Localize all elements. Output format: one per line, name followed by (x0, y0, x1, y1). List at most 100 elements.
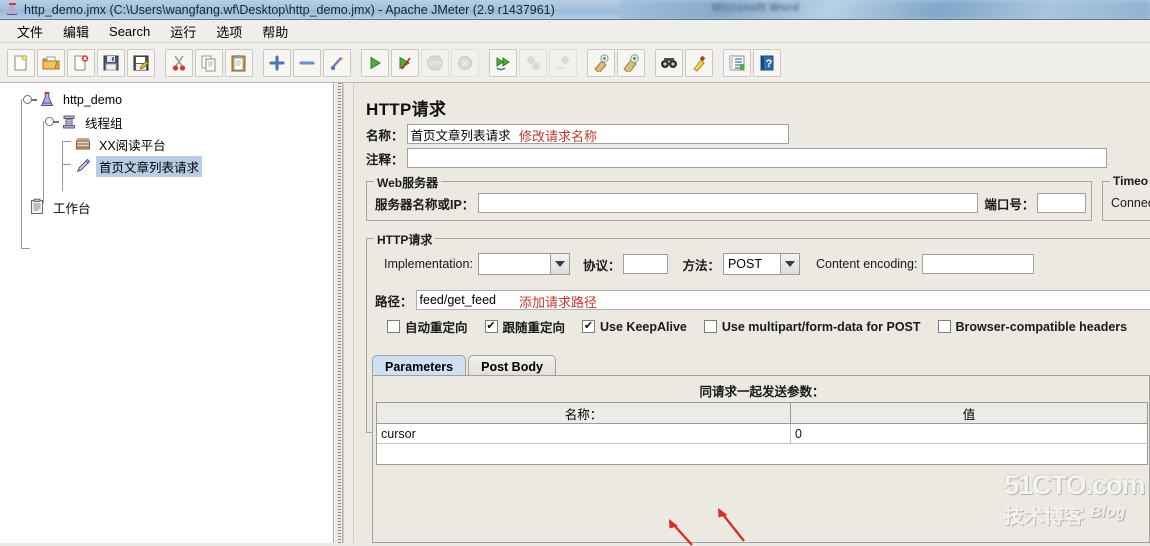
expand-all-icon[interactable] (263, 48, 291, 77)
tree-node-label-selected: 首页文章列表请求 (96, 155, 203, 177)
implementation-select[interactable] (477, 253, 570, 275)
test-plan-tree[interactable]: http_demo 线程组 XX阅读平台 首页文章列表请求 工作台 (0, 83, 333, 249)
tree-node-workbench[interactable]: 工作台 (6, 196, 333, 218)
web-server-group-title: Web服务器 (374, 174, 442, 191)
chevron-down-icon[interactable] (549, 254, 569, 274)
close-document-icon[interactable] (67, 48, 95, 77)
method-select[interactable]: POST (722, 253, 800, 275)
comment-row: 注释： (366, 148, 1107, 168)
tree-node-label: 线程组 (85, 116, 123, 131)
save-as-icon[interactable] (127, 48, 155, 77)
menu-item-edit[interactable]: 编辑 (54, 19, 98, 44)
protocol-input[interactable] (623, 254, 669, 274)
menu-item-search[interactable]: Search (100, 21, 159, 42)
toggle-icon[interactable] (323, 48, 351, 77)
server-input[interactable] (478, 193, 979, 213)
name-label: 名称： (366, 128, 404, 143)
chevron-down-icon[interactable] (779, 254, 799, 274)
follow-redirect-label: 跟随重定向 (502, 321, 566, 335)
implementation-label: Implementation: (384, 257, 473, 271)
checkbox-box[interactable] (703, 320, 717, 333)
collapse-all-icon[interactable] (293, 48, 321, 77)
shutdown-icon (451, 48, 479, 77)
pane-splitter[interactable] (334, 83, 343, 543)
port-input[interactable] (1037, 193, 1087, 213)
checkbox-box[interactable] (387, 320, 400, 333)
tab-parameters[interactable]: Parameters (372, 355, 467, 376)
start-no-timers-icon[interactable] (391, 48, 419, 77)
checkbox-box[interactable] (484, 320, 498, 333)
use-keepalive-checkbox[interactable]: Use KeepAlive (582, 320, 687, 334)
cell-param-name[interactable]: cursor (377, 424, 791, 443)
parameters-table[interactable]: 名称： 值 cursor 0 (376, 402, 1148, 465)
use-multipart-label: Use multipart/form-data for POST (721, 319, 921, 334)
search-icon[interactable] (655, 48, 683, 77)
tree-node-label: 工作台 (53, 201, 91, 216)
remote-start-all-icon[interactable] (489, 48, 517, 77)
cut-icon[interactable] (165, 48, 193, 77)
tree-expander-thread-group[interactable] (45, 117, 59, 126)
web-server-group: Web服务器 服务器名称或IP： 端口号： (366, 174, 1092, 221)
request-body-tabs: Parameters Post Body (372, 355, 558, 376)
auto-redirect-checkbox[interactable]: 自动重定向 (387, 317, 468, 336)
background-window-blur (620, 0, 1150, 19)
function-helper-icon[interactable] (723, 48, 751, 77)
protocol-label: 协议： (582, 258, 621, 273)
tree-vertical-scrollbar[interactable] (343, 83, 354, 543)
connect-timeout-label: Connec (1111, 196, 1150, 210)
paste-icon[interactable] (225, 48, 253, 77)
checkbox-box[interactable] (582, 320, 596, 333)
table-row[interactable]: cursor 0 (377, 424, 1147, 444)
menu-item-file[interactable]: 文件 (8, 19, 52, 44)
tree-node-label: http_demo (63, 93, 123, 107)
path-row: 路径： feed/get_feed (375, 290, 1150, 310)
jmeter-app-icon (5, 3, 20, 16)
new-icon[interactable] (7, 48, 35, 77)
use-multipart-checkbox[interactable]: Use multipart/form-data for POST (703, 319, 921, 334)
thread-group-icon (60, 113, 78, 131)
comment-label: 注释： (366, 152, 404, 167)
menu-item-help[interactable]: 帮助 (253, 19, 297, 44)
http-request-group-title: HTTP请求 (374, 231, 436, 248)
tree-node-thread-group[interactable]: 线程组 (6, 111, 333, 133)
start-icon[interactable] (361, 48, 389, 77)
comment-input[interactable] (406, 148, 1107, 168)
help-icon[interactable]: ? (753, 48, 781, 77)
save-icon[interactable] (97, 48, 125, 77)
server-row: 服务器名称或IP： 端口号： (375, 193, 1087, 213)
implementation-row: Implementation: 协议： 方法： POST Content enc… (384, 253, 1035, 275)
tree-expander-test-plan[interactable] (23, 95, 37, 104)
path-label: 路径： (375, 294, 413, 309)
open-folder-icon[interactable] (37, 48, 65, 77)
svg-text:?: ? (766, 58, 773, 70)
test-plan-icon (38, 91, 56, 109)
tree-node-label: XX阅读平台 (99, 138, 166, 153)
menu-item-options[interactable]: 选项 (207, 19, 251, 44)
request-options-row: 自动重定向 跟随重定向 Use KeepAlive Use multipart/… (387, 317, 1127, 336)
tab-post-body[interactable]: Post Body (468, 355, 556, 376)
timeouts-group: Timeo Connec (1102, 174, 1150, 221)
menu-item-run[interactable]: 运行 (161, 19, 205, 44)
cell-param-value[interactable]: 0 (791, 424, 1147, 443)
content-encoding-input[interactable] (922, 254, 1035, 274)
copy-icon[interactable] (195, 48, 223, 77)
reset-search-icon[interactable] (685, 48, 713, 77)
server-label: 服务器名称或IP： (375, 197, 475, 212)
follow-redirect-checkbox[interactable]: 跟随重定向 (484, 317, 566, 336)
table-header-row: 名称： 值 (377, 403, 1147, 424)
clear-all-icon[interactable] (617, 48, 645, 77)
browser-compatible-headers-checkbox[interactable]: Browser-compatible headers (937, 320, 1127, 334)
tree-node-http-sampler[interactable]: 首页文章列表请求 (6, 155, 333, 177)
page-title: HTTP请求 (366, 100, 447, 119)
http-request-editor-panel: HTTP请求 名称： 首页文章列表请求 修改请求名称 注释： Web服务器 服务… (354, 83, 1150, 543)
clear-icon[interactable] (587, 48, 615, 77)
workbench-icon (28, 198, 46, 216)
tree-node-http-defaults[interactable]: XX阅读平台 (6, 133, 333, 155)
checkbox-box[interactable] (937, 320, 951, 333)
tree-node-test-plan[interactable]: http_demo (6, 89, 333, 111)
window-title-bar: Microsoft Word http_demo.jmx (C:\Users\w… (0, 0, 1150, 20)
window-title-text: http_demo.jmx (C:\Users\wangfang.wf\Desk… (24, 2, 555, 17)
name-input[interactable]: 首页文章列表请求 (406, 124, 789, 144)
test-plan-tree-panel[interactable]: http_demo 线程组 XX阅读平台 首页文章列表请求 工作台 (0, 83, 334, 543)
method-label: 方法： (682, 258, 720, 273)
